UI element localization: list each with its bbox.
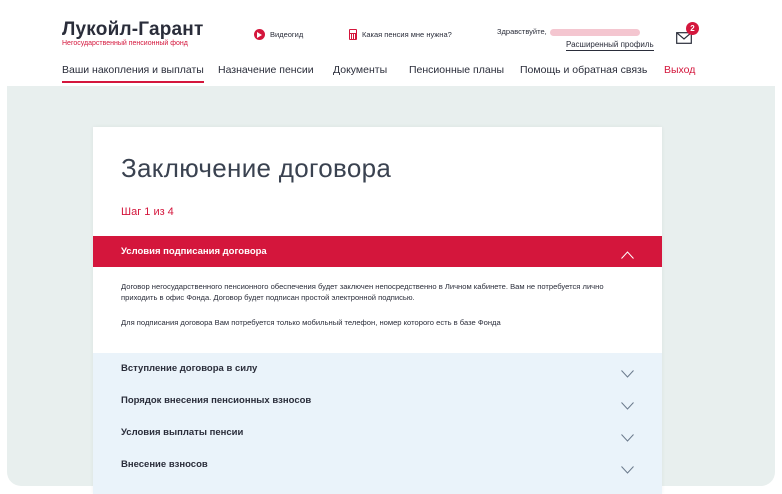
phone-requirement-paragraph: Для подписания договора Вам потребуется … [121, 318, 501, 327]
accordion-title: Порядок внесения пенсионных взносов [121, 395, 312, 406]
accordion-payout-conditions[interactable]: Условия выплаты пенсии [93, 417, 662, 449]
nav-item-documents[interactable]: Документы [333, 64, 387, 76]
accordion-contributions[interactable]: Внесение взносов [93, 449, 662, 494]
signing-info-paragraph: Договор негосударственного пенсионного о… [121, 282, 604, 302]
chevron-down-icon[interactable] [621, 461, 634, 479]
step-indicator: Шаг 1 из 4 [121, 206, 174, 218]
chevron-up-icon[interactable] [621, 246, 634, 264]
main-nav: Ваши накопления и выплаты Назначение пен… [0, 64, 782, 86]
nav-item-savings[interactable]: Ваши накопления и выплаты [62, 64, 204, 83]
extended-profile-link[interactable]: Расширенный профиль [566, 40, 654, 51]
greeting-text: Здравствуйте, [497, 27, 547, 36]
chevron-down-icon[interactable] [621, 429, 634, 447]
nav-item-help[interactable]: Помощь и обратная связь [520, 64, 647, 76]
accordion-contribution-procedure[interactable]: Порядок внесения пенсионных взносов [93, 385, 662, 417]
contract-card: Заключение договора Шаг 1 из 4 Условия п… [93, 127, 662, 494]
play-icon [254, 29, 265, 40]
user-name-redacted [549, 28, 640, 36]
accordion-signing-conditions-body: Договор негосударственного пенсионного о… [93, 267, 662, 353]
accordion-signing-conditions-header[interactable]: Условия подписания договора [93, 236, 662, 267]
logo-title[interactable]: Лукойл-Гарант [62, 19, 203, 41]
calculator-icon [349, 29, 357, 40]
pension-calculator-label: Какая пенсия мне нужна? [362, 30, 452, 39]
accordion-title: Условия подписания договора [121, 246, 267, 257]
logo-subtitle: Негосударственный пенсионный фонд [62, 40, 188, 47]
greeting: Здравствуйте, [497, 27, 640, 36]
nav-item-pension-assignment[interactable]: Назначение пенсии [218, 64, 314, 76]
accordion-title: Вступление договора в силу [121, 363, 258, 374]
page-title: Заключение договора [121, 153, 392, 183]
notification-badge: 2 [686, 22, 699, 35]
accordion-title: Внесение взносов [121, 459, 208, 470]
nav-item-pension-plans[interactable]: Пенсионные планы [409, 64, 504, 76]
video-guide-link[interactable]: Видеогид [254, 29, 303, 40]
chevron-down-icon[interactable] [621, 397, 634, 415]
accordion-title: Условия выплаты пенсии [121, 427, 244, 438]
chevron-down-icon[interactable] [621, 365, 634, 383]
video-guide-label: Видеогид [270, 30, 304, 39]
header: Лукойл-Гарант Негосударственный пенсионн… [0, 0, 782, 86]
logout-link[interactable]: Выход [664, 64, 695, 76]
accordion-contract-effective[interactable]: Вступление договора в силу [93, 353, 662, 385]
pension-calculator-link[interactable]: Какая пенсия мне нужна? [349, 29, 452, 40]
